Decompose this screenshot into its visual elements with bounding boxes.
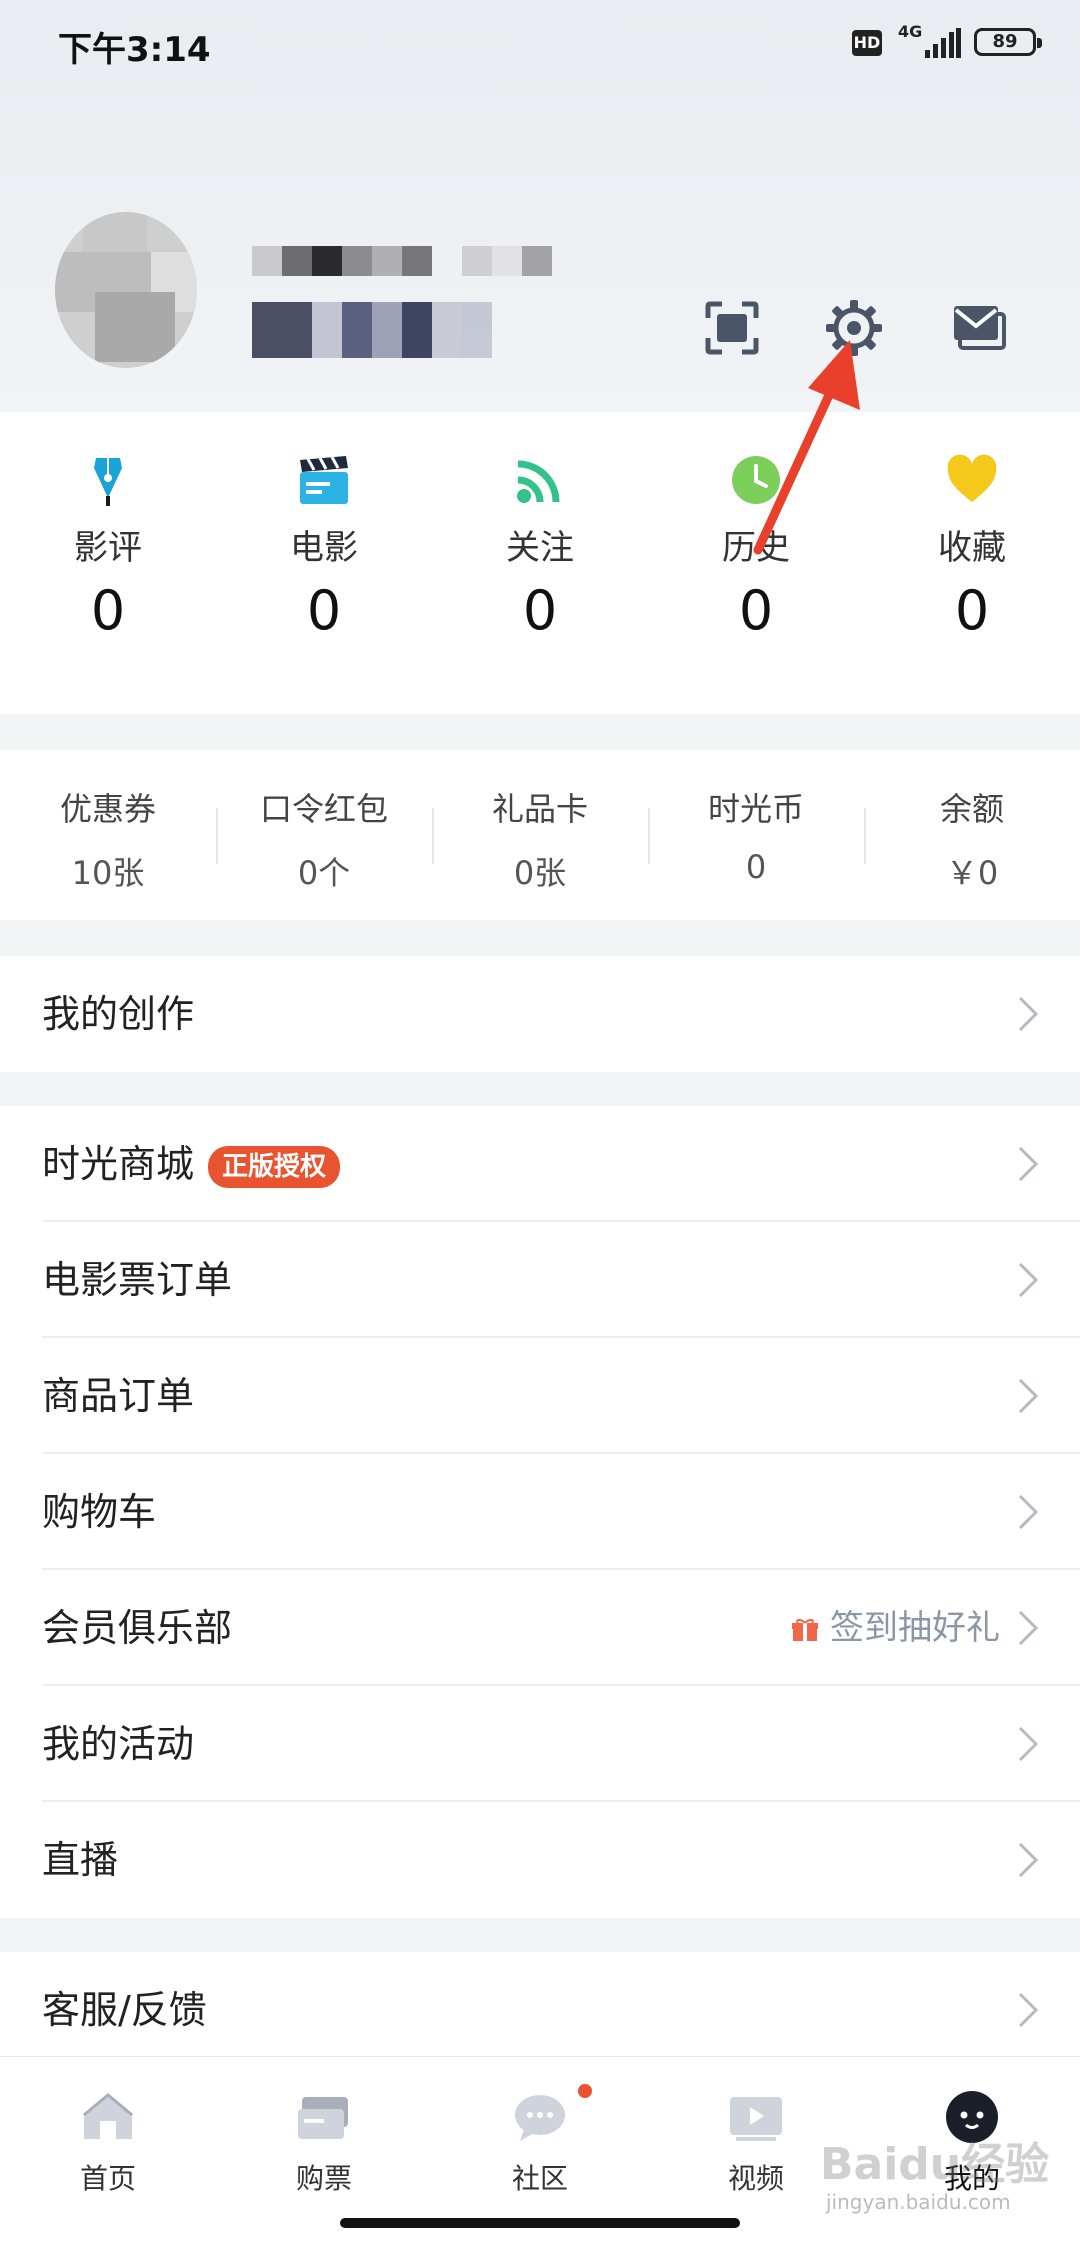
wallet-label: 口令红包 bbox=[259, 790, 388, 828]
stat-value: 0 bbox=[954, 579, 990, 642]
status-bar: 下午3:14 HD 4G 89 bbox=[0, 0, 1080, 90]
stat-label: 收藏 bbox=[938, 528, 1006, 568]
chevron-right-icon bbox=[1018, 1610, 1039, 1646]
ticket-icon bbox=[294, 2087, 354, 2147]
stat-following[interactable]: 关注 0 bbox=[432, 452, 648, 642]
signal-icon bbox=[925, 28, 961, 58]
chevron-right-icon bbox=[1018, 1726, 1039, 1762]
network-type: 4G bbox=[898, 22, 923, 41]
chevron-right-icon bbox=[1018, 1146, 1039, 1182]
wallet-panel: 优惠券 10张 口令红包 0个 礼品卡 0张 时光币 0 余额 ￥0 bbox=[0, 750, 1080, 920]
chevron-right-icon bbox=[1018, 1262, 1039, 1298]
tab-label: 首页 bbox=[79, 2162, 136, 2195]
tab-community[interactable]: 社区 bbox=[432, 2087, 648, 2197]
stat-value: 0 bbox=[306, 579, 342, 642]
tab-home[interactable]: 首页 bbox=[0, 2087, 216, 2197]
row-label: 客服/反馈 bbox=[42, 1988, 207, 2032]
messages-icon[interactable] bbox=[950, 298, 1010, 358]
wallet-label: 余额 bbox=[939, 790, 1004, 828]
user-info-pixelated bbox=[252, 302, 492, 358]
row-live[interactable]: 直播 bbox=[0, 1802, 1080, 1918]
stat-value: 0 bbox=[90, 579, 126, 642]
rss-icon bbox=[512, 452, 568, 508]
chevron-right-icon bbox=[1018, 1842, 1039, 1878]
stat-label: 关注 bbox=[506, 528, 574, 568]
hd-icon: HD bbox=[852, 30, 882, 56]
chevron-right-icon bbox=[1018, 1378, 1039, 1414]
row-my-activities[interactable]: 我的活动 bbox=[0, 1686, 1080, 1802]
clapperboard-icon bbox=[296, 452, 352, 508]
avatar[interactable] bbox=[55, 212, 197, 368]
community-notification-dot bbox=[578, 2084, 592, 2098]
gift-icon bbox=[792, 1618, 818, 1641]
row-label: 商品订单 bbox=[42, 1374, 195, 1418]
watermark-url: jingyan.baidu.com bbox=[826, 2190, 1011, 2214]
row-member-club[interactable]: 会员俱乐部 签到抽好礼 bbox=[0, 1570, 1080, 1686]
wallet-balance[interactable]: 余额 ￥0 bbox=[864, 784, 1080, 894]
stat-reviews[interactable]: 影评 0 bbox=[0, 452, 216, 642]
row-mall[interactable]: 时光商城 正版授权 bbox=[0, 1106, 1080, 1222]
row-label: 会员俱乐部 bbox=[42, 1606, 233, 1650]
wallet-coins[interactable]: 时光币 0 bbox=[648, 784, 864, 886]
chat-icon bbox=[510, 2087, 570, 2147]
row-label: 购物车 bbox=[42, 1490, 157, 1534]
tab-label: 社区 bbox=[511, 2162, 568, 2195]
row-customer-service[interactable]: 客服/反馈 bbox=[0, 1952, 1080, 2068]
stat-value: 0 bbox=[738, 579, 774, 642]
chevron-right-icon bbox=[1018, 1992, 1039, 2028]
wallet-value: 10张 bbox=[71, 854, 145, 892]
stat-label: 电影 bbox=[290, 528, 358, 568]
row-label: 时光商城 bbox=[42, 1142, 195, 1186]
wallet-label: 时光币 bbox=[707, 790, 804, 828]
row-cart[interactable]: 购物车 bbox=[0, 1454, 1080, 1570]
row-label: 电影票订单 bbox=[42, 1258, 233, 1302]
heart-icon bbox=[944, 452, 1000, 508]
wallet-label: 优惠券 bbox=[59, 790, 156, 828]
battery-icon: 89 bbox=[974, 28, 1042, 56]
tab-label: 购票 bbox=[295, 2162, 352, 2195]
status-time: 下午3:14 bbox=[58, 30, 211, 70]
row-ticket-orders[interactable]: 电影票订单 bbox=[0, 1222, 1080, 1338]
wallet-label: 礼品卡 bbox=[491, 790, 588, 828]
stat-label: 影评 bbox=[74, 528, 142, 568]
video-icon bbox=[726, 2087, 786, 2147]
wallet-value: 0个 bbox=[297, 854, 351, 892]
username-pixelated bbox=[252, 246, 552, 276]
authorized-badge: 正版授权 bbox=[208, 1145, 341, 1188]
annotation-arrow bbox=[753, 340, 860, 555]
wallet-value: ￥0 bbox=[945, 854, 999, 892]
service-card: 客服/反馈 bbox=[0, 1952, 1080, 2068]
home-icon bbox=[78, 2087, 138, 2147]
wallet-value: 0 bbox=[745, 848, 767, 886]
wallet-red-packets[interactable]: 口令红包 0个 bbox=[216, 784, 432, 894]
wallet-coupons[interactable]: 优惠券 10张 bbox=[0, 784, 216, 894]
checkin-promo-text: 签到抽好礼 bbox=[830, 1608, 1000, 1648]
stats-panel: 影评 0 电影 0 关注 0 历史 0 收藏 0 bbox=[0, 412, 1080, 714]
wallet-gift-cards[interactable]: 礼品卡 0张 bbox=[432, 784, 648, 894]
pen-icon bbox=[80, 452, 136, 508]
row-goods-orders[interactable]: 商品订单 bbox=[0, 1338, 1080, 1454]
row-my-creation[interactable]: 我的创作 bbox=[0, 956, 1080, 1072]
stat-value: 0 bbox=[522, 579, 558, 642]
row-label: 我的活动 bbox=[42, 1722, 195, 1766]
creation-card: 我的创作 bbox=[0, 956, 1080, 1072]
stat-favorites[interactable]: 收藏 0 bbox=[864, 452, 1080, 642]
row-label: 直播 bbox=[42, 1838, 119, 1882]
tab-tickets[interactable]: 购票 bbox=[216, 2087, 432, 2197]
row-label: 我的创作 bbox=[42, 992, 195, 1036]
orders-card: 时光商城 正版授权 电影票订单 商品订单 购物车 会员俱乐部 签到抽好礼 我的活动… bbox=[0, 1106, 1080, 1918]
stat-movies[interactable]: 电影 0 bbox=[216, 452, 432, 642]
watermark: Baidu经验 bbox=[820, 2139, 1050, 2190]
home-indicator[interactable] bbox=[340, 2218, 740, 2228]
chevron-right-icon bbox=[1018, 996, 1039, 1032]
chevron-right-icon bbox=[1018, 1494, 1039, 1530]
wallet-value: 0张 bbox=[513, 854, 567, 892]
